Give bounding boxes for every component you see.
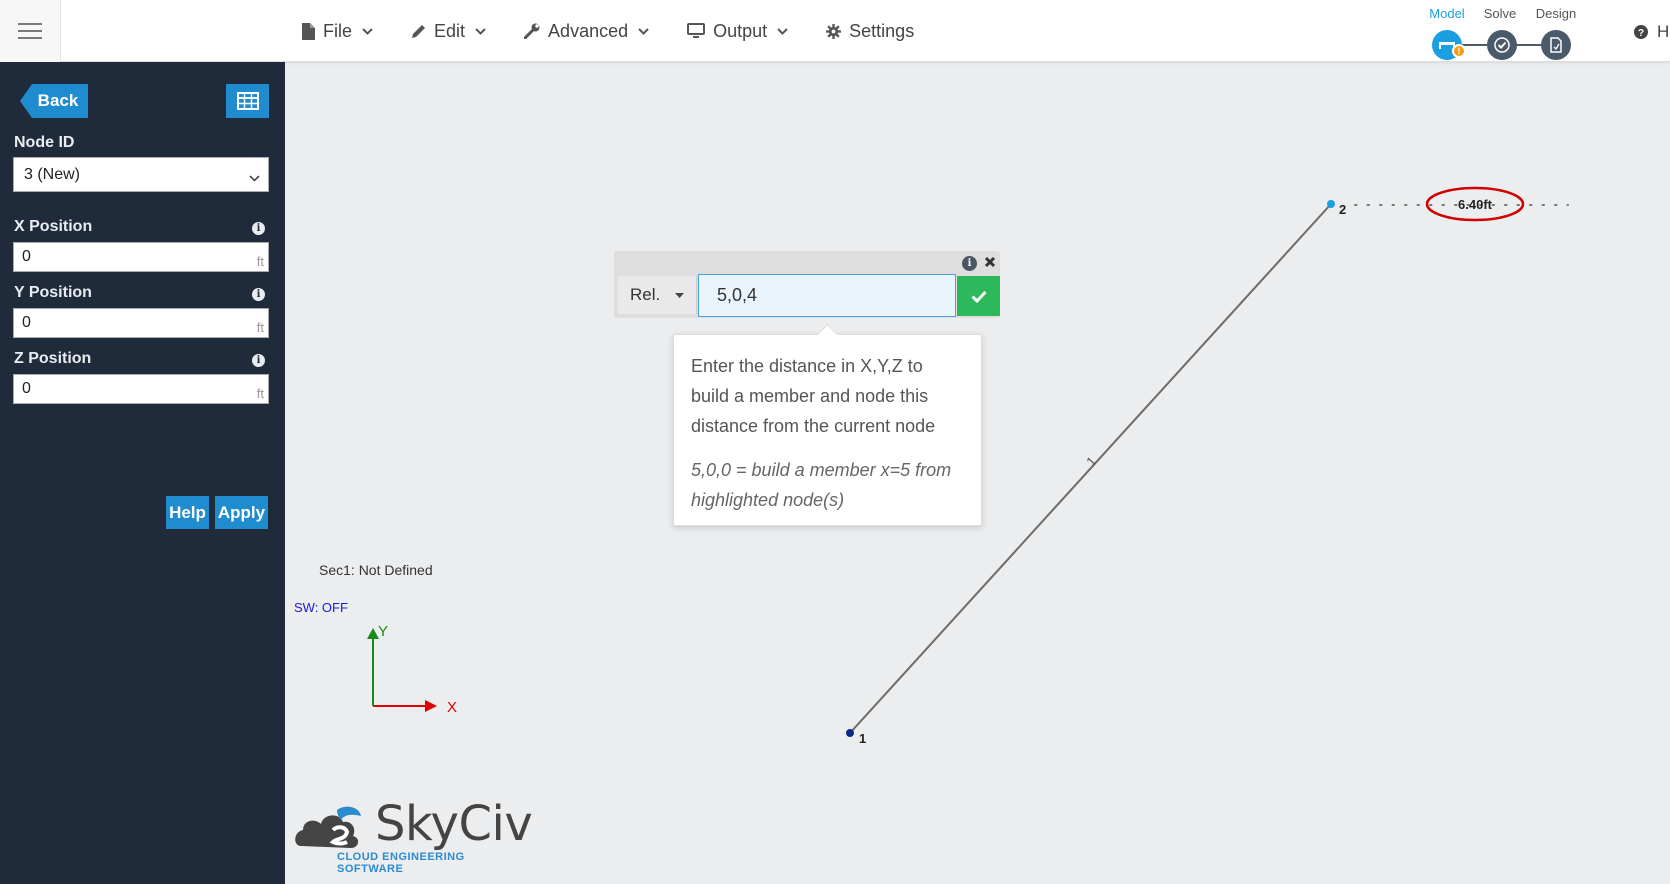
menu-edit-label: Edit [434, 20, 466, 41]
menu-settings-label: Settings [849, 20, 915, 41]
self-weight-status[interactable]: SW: OFF [294, 600, 348, 615]
info-icon[interactable]: i [252, 288, 265, 301]
chevron-down-icon [362, 27, 373, 35]
menu-advanced[interactable]: Advanced [524, 21, 649, 42]
info-icon[interactable]: i [962, 256, 977, 271]
x-position-value: 0 [22, 248, 31, 265]
y-position-input[interactable]: 0 ft [13, 308, 269, 338]
check-circle-icon [1494, 37, 1510, 53]
z-position-value: 0 [22, 380, 31, 397]
workflow-steps: Model Solve Design ! [1429, 4, 1602, 60]
close-icon[interactable] [982, 254, 998, 270]
back-button[interactable]: Back [20, 84, 88, 118]
node-id-select[interactable]: 3 (New) [13, 157, 269, 192]
hamburger-menu-button[interactable] [0, 0, 61, 62]
menu-advanced-label: Advanced [548, 20, 629, 41]
file-icon [302, 22, 315, 40]
help-link-label: H [1657, 22, 1670, 41]
node-2-label: 2 [1339, 202, 1346, 217]
y-position-label: Y Position [14, 284, 92, 301]
logo-tagline: CLOUD ENGINEERING SOFTWARE [337, 851, 465, 875]
chevron-down-icon [777, 27, 788, 35]
distance-input-value: 5,0,4 [717, 285, 758, 305]
unit-label: ft [256, 254, 264, 269]
table-icon [236, 92, 259, 110]
node-1-label: 1 [859, 731, 866, 746]
tooltip-example-text: 5,0,0 = build a member x=5 from highligh… [691, 460, 952, 510]
tooltip-main-text: Enter the distance in X,Y,Z to build a m… [691, 356, 936, 436]
info-icon[interactable]: i [252, 222, 265, 235]
top-toolbar: File Edit Advanced Output Settings Model… [0, 0, 1670, 62]
step-solve-label: Solve [1483, 6, 1517, 21]
y-position-value: 0 [22, 314, 31, 331]
menu-edit[interactable]: Edit [411, 21, 486, 42]
document-icon [1550, 37, 1562, 53]
info-icon[interactable]: i [252, 354, 265, 367]
wrench-icon [524, 23, 540, 39]
unit-label: ft [256, 320, 264, 335]
node-sidebar: Back Node ID 3 (New) X Position i 0 ft Y… [0, 62, 285, 884]
step-design-button[interactable] [1541, 30, 1571, 60]
hamburger-icon [18, 23, 42, 39]
node-id-value: 3 (New) [24, 165, 81, 183]
svg-text:?: ? [1638, 28, 1644, 39]
step-connector [1516, 44, 1541, 46]
step-model-label: Model [1429, 6, 1465, 21]
mode-label: Rel. [630, 285, 661, 304]
check-icon [970, 290, 987, 303]
help-link[interactable]: ? H [1634, 22, 1669, 42]
menu-output-label: Output [713, 20, 768, 41]
x-axis-label: X [447, 699, 457, 716]
table-view-button[interactable] [226, 84, 269, 118]
y-axis-label: Y [378, 623, 388, 640]
node-2[interactable] [1327, 200, 1335, 208]
x-position-input[interactable]: 0 ft [13, 242, 269, 272]
x-axis-arrow [425, 700, 437, 712]
menu-file-label: File [323, 20, 353, 41]
cloud-logo-icon [295, 806, 361, 848]
distance-input[interactable]: 5,0,4 [698, 274, 956, 317]
mode-dropdown[interactable]: Rel. [618, 276, 697, 314]
confirm-button[interactable] [957, 276, 1000, 316]
node-id-label: Node ID [14, 134, 75, 151]
question-circle-icon: ? [1634, 25, 1648, 39]
step-solve-button[interactable] [1487, 30, 1517, 60]
dimension-label: 6.40ft [1458, 197, 1493, 212]
command-box: i Rel. 5,0,4 [614, 251, 1000, 318]
chevron-down-icon [638, 27, 649, 35]
logo-name: SkyCiv [375, 796, 533, 852]
chevron-down-icon [475, 27, 486, 35]
chevron-down-icon [249, 169, 260, 187]
apply-button[interactable]: Apply [215, 496, 268, 529]
unit-label: ft [256, 386, 264, 401]
command-tooltip: Enter the distance in X,Y,Z to build a m… [673, 334, 982, 526]
warning-badge: ! [1452, 44, 1466, 58]
gear-icon [826, 23, 842, 39]
menu-settings[interactable]: Settings [826, 21, 914, 42]
main-menu: File Edit Advanced Output Settings [302, 0, 952, 62]
section-status: Sec1: Not Defined [319, 562, 433, 578]
caret-down-icon [675, 293, 684, 298]
menu-file[interactable]: File [302, 21, 373, 42]
z-position-input[interactable]: 0 ft [13, 374, 269, 404]
skyciv-logo: SkyCiv CLOUD ENGINEERING SOFTWARE [293, 796, 533, 875]
monitor-icon [687, 23, 706, 39]
step-design-label: Design [1535, 6, 1577, 21]
help-button[interactable]: Help [166, 496, 209, 529]
node-1[interactable] [846, 729, 854, 737]
z-position-label: Z Position [14, 350, 92, 367]
menu-output[interactable]: Output [687, 21, 788, 42]
step-connector [1462, 44, 1487, 46]
pencil-icon [411, 24, 426, 39]
x-position-label: X Position [14, 218, 93, 235]
